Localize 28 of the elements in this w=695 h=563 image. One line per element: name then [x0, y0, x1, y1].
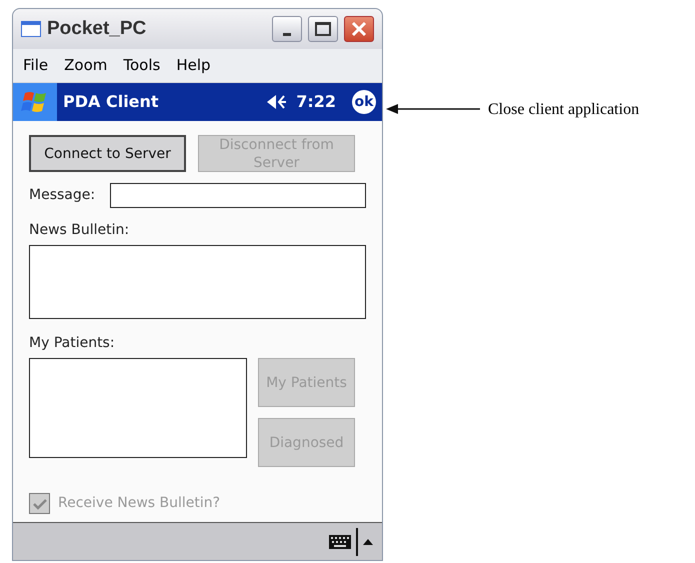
clock-time[interactable]: 7:22 — [296, 90, 336, 114]
maximize-button[interactable] — [308, 16, 338, 42]
patients-list[interactable] — [29, 358, 247, 458]
menu-item[interactable]: Zoom — [64, 54, 108, 77]
arrow-icon — [386, 103, 480, 115]
start-button[interactable] — [13, 83, 57, 121]
window-icon — [21, 21, 41, 37]
annotation-text: Close client application — [488, 100, 640, 120]
news-bulletin-box[interactable] — [29, 245, 366, 319]
ok-button[interactable]: ok — [352, 90, 376, 114]
push-button[interactable]: Connect to Server — [29, 135, 186, 172]
up-arrow-icon[interactable] — [362, 536, 374, 546]
minimize-button[interactable] — [272, 16, 302, 42]
close-icon — [351, 21, 367, 37]
field-label: My Patients: — [29, 334, 116, 353]
checkmark-icon — [32, 498, 46, 510]
window-title: Pocket_PC — [47, 16, 148, 41]
menu-item[interactable]: File — [23, 54, 48, 77]
app-title: PDA Client — [63, 91, 160, 113]
menu-item[interactable]: Help — [176, 54, 211, 77]
menu-item[interactable]: Tools — [123, 54, 160, 77]
checkbox-label: Receive News Bulletin? — [58, 494, 220, 513]
windows-flag-icon — [21, 90, 49, 114]
message-field[interactable] — [110, 183, 366, 208]
field-label: Message: — [29, 186, 96, 205]
field-label: News Bulletin: — [29, 221, 130, 240]
close-button[interactable] — [344, 16, 374, 42]
keyboard-icon[interactable] — [328, 532, 352, 550]
